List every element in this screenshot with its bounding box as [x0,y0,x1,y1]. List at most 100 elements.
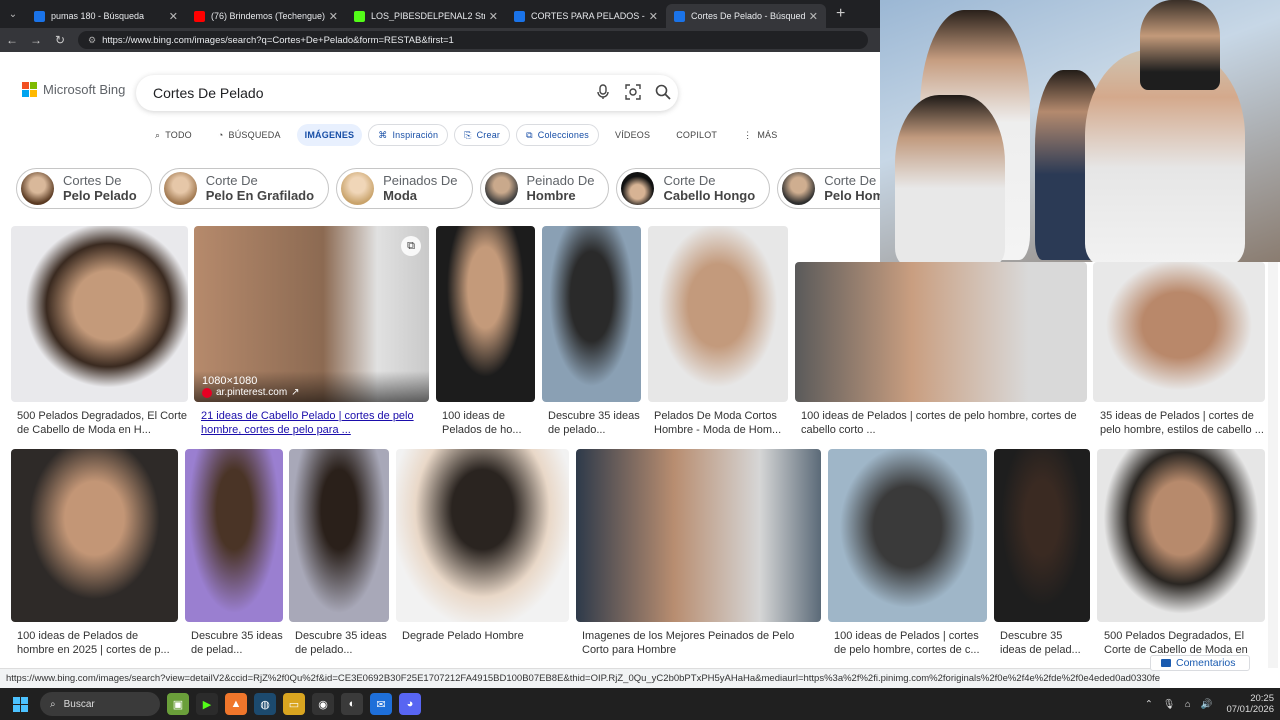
related-chip[interactable]: Corte De Cabello Hongo [616,168,771,209]
result-caption-link[interactable]: 21 ideas de Cabello Pelado | cortes de p… [201,409,429,437]
result-image[interactable] [1097,449,1265,622]
browser-tab[interactable]: (76) Brindemos (Techengue) - You ✕ [186,4,346,28]
result-caption[interactable]: Imagenes de los Mejores Peinados de Pelo… [582,629,820,657]
reload-icon[interactable]: ↻ [48,33,72,47]
outlook-icon[interactable]: ✉ [370,693,392,715]
search-box[interactable]: Cortes De Pelado [136,75,678,111]
microphone-icon[interactable]: 🎙 [1163,699,1175,710]
page-scrollbar[interactable] [1268,262,1278,668]
visual-search-icon[interactable] [618,83,648,103]
chrome-icon[interactable]: ◉ [312,693,334,715]
edge-browser-icon[interactable]: ◍ [254,693,276,715]
close-tab-icon[interactable]: ✕ [649,10,658,23]
result-image[interactable] [828,449,987,622]
nav-crear[interactable]: ⎘ Crear [454,124,511,146]
related-chip[interactable]: Peinado De Hombre [479,168,610,209]
forward-arrow-icon[interactable]: → [24,33,48,47]
url-field[interactable]: ⚙ https://www.bing.com/images/search?q=C… [78,31,868,49]
chip-thumbnail [163,172,197,205]
result-caption[interactable]: Descubre 35 ideas de pelad... [191,629,283,657]
result-caption[interactable]: 35 ideas de Pelados | cortes de pelo hom… [1100,409,1265,437]
result-image[interactable] [185,449,283,622]
related-chip[interactable]: Corte De Pelo En Grafilado [158,168,330,209]
image-source-text: ar.pinterest.com [216,387,288,398]
result-caption[interactable]: Degrade Pelado Hombre [402,629,568,643]
microphone-icon[interactable] [588,83,618,103]
result-caption[interactable]: 100 ideas de Pelados | cortes de pelo ho… [834,629,986,657]
browser-tab[interactable]: CORTES PARA PELADOS - Búsque ✕ [506,4,666,28]
bing-favicon-icon [674,10,685,22]
result-caption[interactable]: 500 Pelados Degradados, El Corte de Cabe… [17,409,187,437]
network-icon[interactable]: ⌂ [1185,699,1191,710]
chip-thumbnail [782,172,816,205]
nav-videos[interactable]: VÍDEOS [615,124,650,146]
result-image[interactable] [289,449,389,622]
webcam-person [1140,0,1220,90]
result-image[interactable] [542,226,641,402]
nav-mas[interactable]: ⋮ MÁS [743,124,777,146]
result-caption[interactable]: Descubre 35 ideas de pelado... [548,409,640,437]
result-image[interactable] [795,262,1087,402]
chevron-up-icon[interactable]: ⌃ [1145,699,1153,710]
result-caption[interactable]: 500 Pelados Degradados, El Corte de Cabe… [1104,629,1264,657]
address-bar-row: ← → ↻ ⚙ https://www.bing.com/images/sear… [0,28,880,52]
chip-line2: Moda [383,188,418,203]
nav-imagenes[interactable]: IMÁGENES [296,124,363,146]
result-caption[interactable]: Descubre 35 ideas de pelado... [295,629,389,657]
kick-app-icon[interactable]: ▶ [196,693,218,715]
result-caption[interactable]: 100 ideas de Pelados de hombre en 2025 |… [17,629,177,657]
result-caption[interactable]: Pelados De Moda Cortos Hombre - Moda de … [654,409,788,437]
close-tab-icon[interactable]: ✕ [169,10,178,23]
result-image[interactable] [1093,262,1265,402]
close-tab-icon[interactable]: ✕ [809,10,818,23]
result-caption[interactable]: Descubre 35 ideas de pelad... [1000,629,1090,657]
browser-tab-active[interactable]: Cortes De Pelado - Búsqueda Imá ✕ [666,4,826,28]
start-button[interactable] [0,688,40,720]
feedback-button[interactable]: Comentarios [1150,655,1250,671]
taskbar-search[interactable]: ⌕ Buscar [40,692,160,716]
result-image[interactable] [648,226,788,402]
tab-search-menu-icon[interactable]: ⌄ [0,0,26,28]
orange-app-icon[interactable]: ▲ [225,693,247,715]
webcam-person [895,95,1005,262]
obs-icon[interactable]: ◐ [341,693,363,715]
result-caption[interactable]: 100 ideas de Pelados | cortes de pelo ho… [801,409,1087,437]
result-image[interactable] [396,449,569,622]
image-source[interactable]: ar.pinterest.com ↗ [202,387,421,398]
result-image[interactable] [576,449,821,622]
chip-thumbnail [21,172,54,205]
related-chip[interactable]: Cortes De Pelo Pelado [16,168,152,209]
result-image[interactable] [436,226,535,402]
back-arrow-icon[interactable]: ← [0,33,24,47]
result-image-hovered[interactable]: ⧉ 1080×1080 ar.pinterest.com ↗ [194,226,429,402]
result-image[interactable] [11,449,178,622]
file-explorer-icon[interactable]: ▭ [283,693,305,715]
browser-tab[interactable]: pumas 180 - Búsqueda ✕ [26,4,186,28]
discord-icon[interactable]: ◕ [399,693,421,715]
clock-date: 07/01/2026 [1226,704,1274,715]
close-tab-icon[interactable]: ✕ [329,10,338,23]
nav-todo[interactable]: ⌕ TODO [155,124,192,146]
browser-tab[interactable]: LOS_PIBESDELPENAL2 Stream - W ✕ [346,4,506,28]
taskbar-clock[interactable]: 20:25 07/01/2026 [1226,693,1274,715]
related-chip[interactable]: Peinados De Moda [336,168,473,209]
result-image[interactable] [11,226,188,402]
result-image[interactable] [994,449,1090,622]
nav-busqueda[interactable]: ◔ BÚSQUEDA [218,124,281,146]
new-tab-button[interactable]: + [836,5,845,23]
close-tab-icon[interactable]: ✕ [489,10,498,23]
nav-label: Crear [476,130,501,140]
nav-colecciones[interactable]: ⧉ Colecciones [516,124,599,146]
volume-icon[interactable]: 🔊 [1201,699,1213,710]
chip-thumbnail [621,172,655,205]
image-overlay: 1080×1080 ar.pinterest.com ↗ [194,371,429,402]
site-info-icon[interactable]: ⚙ [88,35,96,46]
search-icon[interactable] [648,84,678,103]
visual-search-icon[interactable]: ⧉ [401,236,421,256]
result-caption[interactable]: 100 ideas de Pelados de ho... [442,409,534,437]
nav-inspiracion[interactable]: ⌘ Inspiración [368,124,449,146]
nav-copilot[interactable]: COPILOT [676,124,717,146]
search-input[interactable]: Cortes De Pelado [153,85,588,101]
bing-logo[interactable]: Microsoft Bing [22,82,125,97]
minecraft-app-icon[interactable]: ▣ [167,693,189,715]
